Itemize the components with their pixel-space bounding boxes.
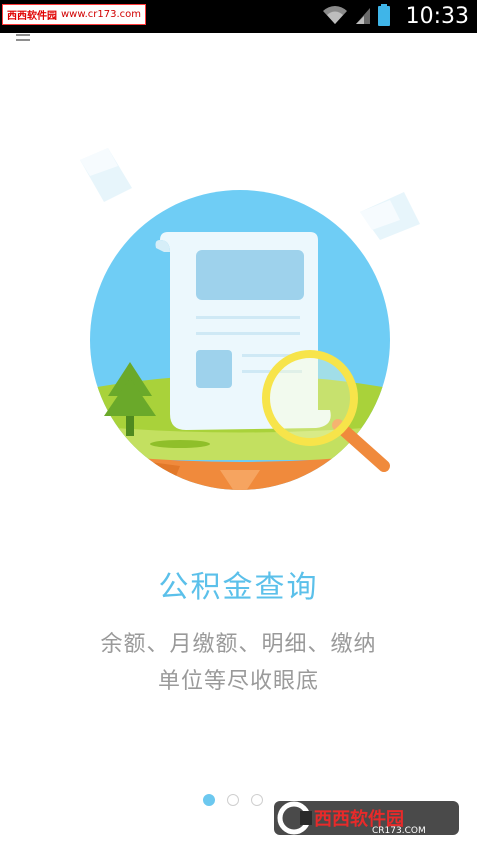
onboarding-illustration: [60, 140, 420, 520]
status-time: 10:33: [405, 4, 469, 29]
battery-icon: [377, 3, 390, 30]
page-indicator: [203, 794, 263, 806]
description-line-2: 单位等尽收眼底: [157, 669, 319, 694]
watermark-bottom-logo: 西西软件园 CR173.COM: [274, 797, 459, 839]
watermark-bottom-url: CR173.COM: [372, 826, 426, 836]
watermark-top-url: www.cr173.com: [61, 9, 142, 20]
page-dot-3[interactable]: [251, 794, 263, 806]
description-line-1: 余额、月缴额、明细、缴纳: [100, 632, 377, 657]
menu-icon[interactable]: [16, 27, 30, 41]
flying-paper-left-icon: [80, 148, 132, 202]
signal-icon: [354, 5, 372, 29]
flying-paper-right-icon: [360, 192, 420, 240]
status-icons: 10:33: [322, 0, 469, 33]
watermark-top: 西西软件园 www.cr173.com: [2, 4, 147, 25]
wifi-icon: [322, 5, 348, 29]
watermark-top-brand: 西西软件园: [7, 11, 57, 22]
page-dot-1[interactable]: [203, 794, 215, 806]
page-dot-2[interactable]: [227, 794, 239, 806]
page-title: 公积金查询: [158, 570, 319, 605]
status-bar: 西西软件园 www.cr173.com 10:33: [0, 0, 477, 33]
